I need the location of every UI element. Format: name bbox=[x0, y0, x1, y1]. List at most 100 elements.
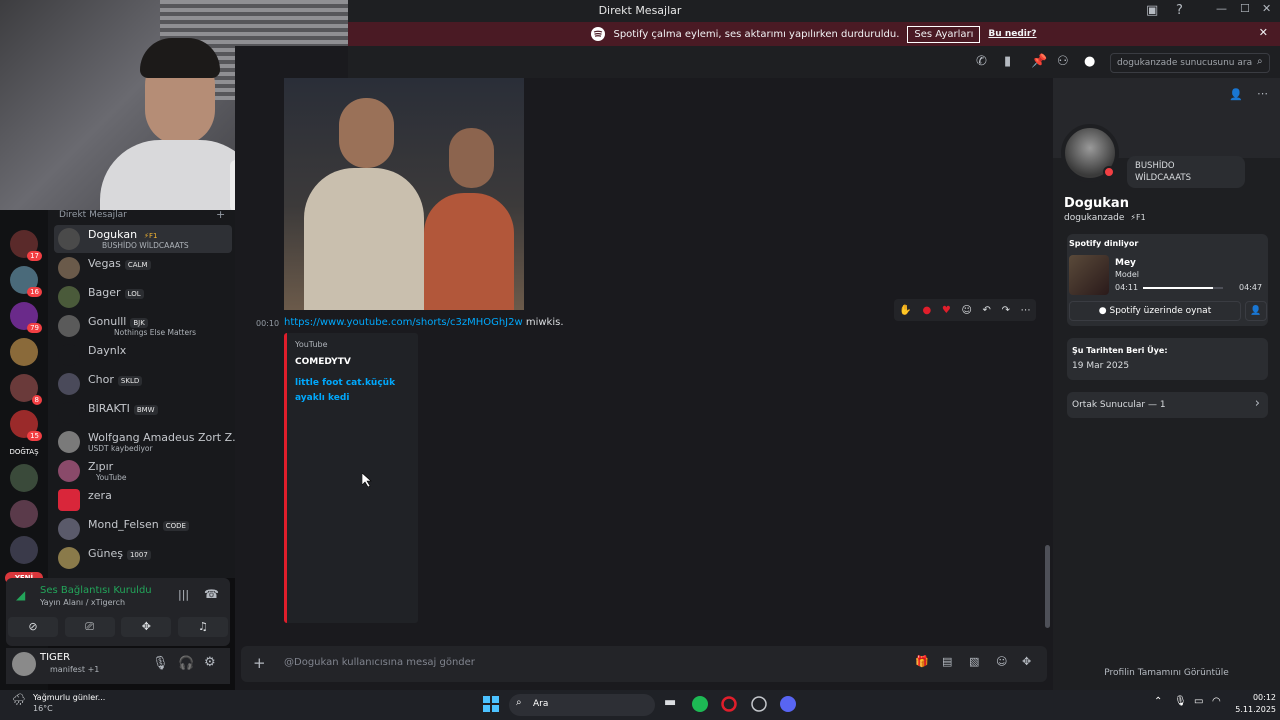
server-icon[interactable]: 17 bbox=[10, 230, 42, 261]
dm-item[interactable]: Chor SKLD bbox=[54, 370, 232, 398]
discord-app-icon[interactable] bbox=[780, 696, 796, 712]
reaction-red-circle-icon[interactable]: ● bbox=[922, 305, 931, 316]
server-icon[interactable] bbox=[10, 338, 38, 366]
pin-icon[interactable]: 📌 bbox=[1031, 54, 1047, 69]
add-friends-icon[interactable]: ⚇ bbox=[1057, 54, 1069, 69]
soundboard-icon[interactable]: ♫ bbox=[177, 617, 228, 637]
inbox-icon[interactable]: ▣ bbox=[1146, 3, 1158, 18]
close-icon[interactable]: ✕ bbox=[1262, 2, 1271, 15]
emoji-icon[interactable]: ☺ bbox=[996, 655, 1007, 668]
server-icon[interactable]: 16 bbox=[10, 266, 42, 297]
activities-icon[interactable]: ✥ bbox=[121, 617, 172, 637]
embed-author[interactable]: COMEDYTV bbox=[295, 357, 351, 367]
banner-close-icon[interactable]: ✕ bbox=[1259, 26, 1268, 39]
dm-item[interactable]: Zıpır YouTube bbox=[54, 457, 232, 485]
dm-item[interactable]: Wolfgang Amadeus Zort Z... USDT kaybediy… bbox=[54, 428, 243, 456]
dm-item[interactable]: Gonulll BJK Nothings Else Matters bbox=[54, 312, 232, 340]
disconnect-icon[interactable]: ☎ bbox=[204, 587, 219, 601]
dm-item[interactable]: Bager LOL bbox=[54, 283, 232, 311]
sound-settings-button[interactable]: Ses Ayarları bbox=[907, 25, 981, 43]
clan-tag: CODE bbox=[162, 521, 189, 531]
microphone-icon[interactable]: 🎙 bbox=[152, 656, 169, 671]
noise-suppression-icon[interactable]: ||| bbox=[178, 588, 189, 601]
opera-app-icon[interactable] bbox=[721, 696, 737, 712]
search-input[interactable]: dogukanzade sunucusunu ara bbox=[1110, 53, 1270, 73]
screen-share-icon[interactable]: ⎚ bbox=[64, 617, 115, 637]
profile-more-icon[interactable]: ⋯ bbox=[1257, 87, 1268, 100]
server-icon[interactable]: 15 bbox=[10, 410, 42, 441]
camera-off-icon[interactable]: ⊘ bbox=[8, 617, 58, 637]
server-icon[interactable]: 79 bbox=[10, 302, 42, 333]
more-options-icon[interactable]: ⋯ bbox=[1021, 305, 1031, 316]
album-art[interactable] bbox=[1069, 255, 1109, 295]
minimize-icon[interactable]: — bbox=[1216, 2, 1227, 15]
spotify-app-icon[interactable] bbox=[692, 696, 708, 712]
user-name[interactable]: TIGER bbox=[40, 652, 70, 663]
headphones-icon[interactable]: 🎧 bbox=[178, 656, 194, 671]
track-name[interactable]: Mey bbox=[1115, 258, 1136, 268]
server-icon[interactable]: 8 bbox=[10, 374, 42, 405]
windows-start-icon[interactable] bbox=[483, 696, 499, 712]
server-icon[interactable] bbox=[10, 464, 38, 492]
forward-icon[interactable]: ↷ bbox=[1002, 305, 1010, 316]
reply-icon[interactable]: ↶ bbox=[983, 305, 991, 316]
avatar bbox=[58, 286, 80, 308]
steam-app-icon[interactable] bbox=[751, 696, 767, 712]
avatar bbox=[58, 228, 80, 250]
add-friend-icon[interactable]: 👤 bbox=[1229, 88, 1243, 101]
gif-icon[interactable]: ▤ bbox=[942, 655, 952, 668]
apps-icon[interactable]: ✥ bbox=[1022, 655, 1031, 668]
attach-plus-icon[interactable]: + bbox=[253, 654, 266, 672]
weather-text[interactable]: Yağmurlu günler... bbox=[33, 693, 105, 702]
spotify-notice-banner: Spotify çalma eylemi, ses aktarımı yapıl… bbox=[348, 22, 1280, 46]
link-embed: YouTube COMEDYTV little foot cat.küçük a… bbox=[284, 333, 418, 623]
file-explorer-icon[interactable]: ▬ bbox=[664, 695, 676, 710]
dm-item[interactable]: zera bbox=[54, 486, 232, 514]
spotify-play-button[interactable]: ● Spotify üzerinde oynat bbox=[1069, 301, 1241, 321]
server-label-dogtas[interactable]: DOĞTAŞ bbox=[0, 448, 48, 456]
what-is-this-link[interactable]: Bu nedir? bbox=[988, 29, 1036, 39]
spotify-activity-card: Spotify dinliyor Mey Model 04:11 04:47 ●… bbox=[1067, 234, 1268, 326]
video-call-icon[interactable]: ▮ bbox=[1004, 54, 1011, 69]
help-icon[interactable]: ? bbox=[1176, 3, 1183, 18]
dm-item[interactable]: Daynlx bbox=[54, 341, 232, 369]
mutual-servers-card[interactable]: Ortak Sunucular — 1 › bbox=[1067, 392, 1268, 418]
network-icon[interactable]: ▭ bbox=[1194, 696, 1203, 707]
dm-item[interactable]: Vegas CALM bbox=[54, 254, 232, 282]
view-full-profile-link[interactable]: Profilin Tamamını Görüntüle bbox=[1053, 668, 1280, 678]
add-reaction-icon[interactable]: ☺ bbox=[961, 305, 971, 316]
clock-date[interactable]: 5.11.2025 bbox=[1228, 705, 1276, 714]
dm-item[interactable]: Dogukan ⚡F1 BUSHİDO WİLDCAAATS bbox=[54, 225, 232, 253]
message-text: miwkis. bbox=[522, 317, 564, 328]
reaction-hand-icon[interactable]: ✋ bbox=[899, 305, 911, 316]
sticker-icon[interactable]: ▧ bbox=[969, 655, 979, 668]
settings-gear-icon[interactable]: ⚙ bbox=[204, 655, 216, 670]
server-icon[interactable] bbox=[10, 536, 38, 564]
dm-item[interactable]: Mond_Felsen CODE bbox=[54, 515, 232, 543]
user-avatar[interactable] bbox=[12, 652, 36, 676]
dm-item[interactable]: BIRAKTI BMW bbox=[54, 399, 232, 427]
voice-status[interactable]: Ses Bağlantısı Kuruldu bbox=[40, 585, 152, 596]
dm-item[interactable]: Güneş 1007 bbox=[54, 544, 232, 572]
profile-tag: ⚡F1 bbox=[1130, 213, 1146, 222]
listen-along-button[interactable]: 👤 bbox=[1245, 301, 1267, 321]
chat-scrollbar[interactable] bbox=[1045, 545, 1050, 628]
embed-title[interactable]: little foot cat.küçük ayaklı kedi bbox=[295, 376, 410, 406]
voice-channel[interactable]: Yayın Alanı / xTigerch bbox=[40, 598, 125, 607]
message-input[interactable]: @Dogukan kullanıcısına mesaj gönder bbox=[284, 657, 475, 668]
youtube-link[interactable]: https://www.youtube.com/shorts/c3zMHOGhJ… bbox=[284, 317, 523, 328]
tray-mic-icon[interactable]: 🎙 bbox=[1174, 696, 1187, 707]
user-profile-icon[interactable]: ● bbox=[1084, 54, 1095, 69]
track-artist[interactable]: Model bbox=[1115, 270, 1139, 279]
tray-chevron-icon[interactable]: ⌃ bbox=[1154, 696, 1162, 707]
server-icon[interactable] bbox=[10, 500, 38, 528]
taskbar-search[interactable]: ⌕ Ara bbox=[509, 694, 655, 716]
gift-icon[interactable]: 🎁 bbox=[915, 655, 929, 668]
message-photo[interactable] bbox=[284, 78, 524, 310]
new-dm-icon[interactable]: + bbox=[216, 208, 225, 221]
clock-time[interactable]: 00:12 bbox=[1236, 693, 1276, 702]
wifi-icon[interactable]: ◠ bbox=[1212, 696, 1221, 707]
voice-call-icon[interactable]: ✆ bbox=[976, 54, 987, 69]
maximize-icon[interactable]: ☐ bbox=[1240, 2, 1250, 15]
reaction-heart-icon[interactable]: ♥ bbox=[942, 305, 951, 316]
